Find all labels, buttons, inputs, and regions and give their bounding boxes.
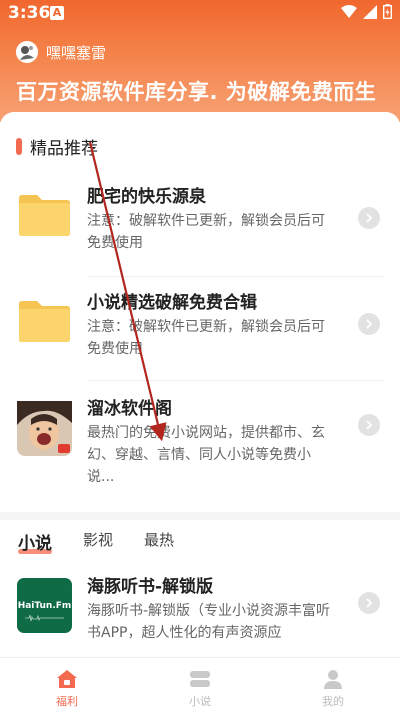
header-slogan: 百万资源软件库分享. 为破解免费而生: [16, 80, 377, 104]
nav-label: 福利: [56, 695, 78, 708]
chevron-right-icon[interactable]: [358, 592, 380, 614]
username: 嘿嘿塞雷: [46, 43, 107, 62]
item-desc: 最热门的免费小说网站，提供都市、玄幻、穿越、言情、同人小说等免费小说...: [87, 425, 325, 485]
section-title: 精品推荐: [16, 134, 98, 159]
chevron-right-icon[interactable]: [358, 207, 380, 229]
list-item[interactable]: 肥宅的快乐源泉 注意：破解软件已更新，解锁会员后可免费使用: [0, 170, 400, 276]
divider: [87, 380, 384, 381]
item-desc: 注意：破解软件已更新，解锁会员后可免费使用: [87, 319, 325, 357]
tab-hottest[interactable]: 最热: [144, 529, 174, 550]
item-title: 海豚听书-解锁版: [87, 577, 214, 597]
profile-icon: [324, 670, 342, 689]
wifi-icon: [341, 4, 357, 18]
folder-icon: [19, 301, 70, 342]
app-thumbnail: [17, 401, 72, 456]
status-bar: 3:36 A: [0, 0, 400, 28]
chevron-right-icon[interactable]: [358, 414, 380, 436]
section-accent-bar: [16, 138, 22, 155]
tab-novel[interactable]: 小说: [18, 529, 52, 554]
list-item[interactable]: 溜冰软件阁 最热门的免费小说网站，提供都市、玄幻、穿越、言情、同人小说等免费小说…: [0, 382, 400, 510]
book-icon: [190, 671, 210, 687]
item-title: 肥宅的快乐源泉: [87, 187, 206, 207]
list-item[interactable]: 小说精选破解免费合辑 注意：破解软件已更新，解锁会员后可免费使用: [0, 276, 400, 382]
tab-video[interactable]: 影视: [83, 529, 113, 550]
section-gap: [0, 512, 400, 520]
home-icon: [57, 670, 77, 688]
nav-welfare[interactable]: 福利: [37, 668, 97, 709]
notification-icon: A: [50, 6, 64, 20]
haitun-logo-text: HaiTun.Fm: [18, 601, 72, 611]
item-title: 溜冰软件阁: [87, 399, 172, 419]
list-item[interactable]: HaiTun.Fm 海豚听书-解锁版 海豚听书-解锁版（专业小说资源丰富听书AP…: [0, 564, 400, 657]
section-title-text: 精品推荐: [30, 139, 98, 159]
nav-label: 我的: [322, 695, 344, 708]
category-tabs: 小说 影视 最热: [0, 520, 400, 560]
status-icons: [341, 4, 392, 19]
user-row[interactable]: 嘿嘿塞雷: [16, 41, 106, 63]
status-time: 3:36: [8, 3, 51, 23]
item-desc: 注意：破解软件已更新，解锁会员后可免费使用: [87, 213, 325, 251]
nav-label: 小说: [189, 695, 211, 708]
battery-icon: [383, 4, 392, 19]
chevron-right-icon[interactable]: [358, 313, 380, 335]
nav-mine[interactable]: 我的: [303, 668, 363, 709]
bottom-nav: 福利 小说 我的: [0, 657, 400, 712]
main-content: 精品推荐 肥宅的快乐源泉 注意：破解软件已更新，解锁会员后可免费使用 小说精选破…: [0, 112, 400, 657]
signal-icon: [363, 4, 377, 19]
haitun-logo: HaiTun.Fm: [17, 578, 72, 633]
item-desc: 海豚听书-解锁版（专业小说资源丰富听书APP，超人性化的有声资源应: [87, 603, 331, 641]
item-title: 小说精选破解免费合辑: [87, 293, 257, 313]
header-banner: 3:36 A 嘿嘿塞雷 百万资源软件库分享. 为破解免费而生: [0, 0, 400, 122]
avatar[interactable]: [16, 41, 38, 63]
folder-icon: [19, 195, 70, 236]
nav-novel[interactable]: 小说: [170, 668, 230, 709]
